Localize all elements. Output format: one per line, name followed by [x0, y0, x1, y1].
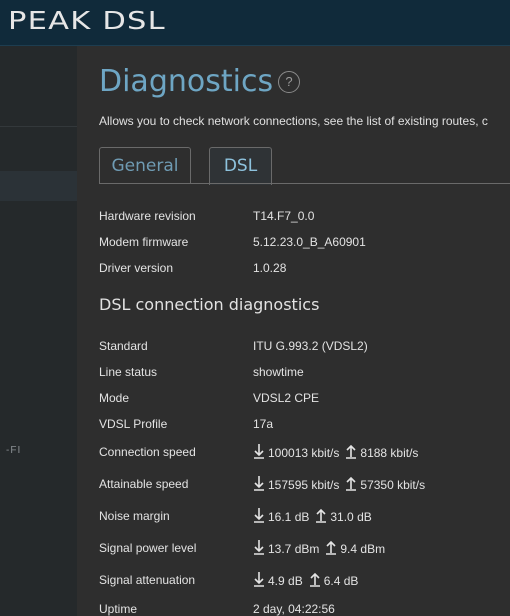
standard-row-value: ITU G.993.2 (VDSL2) [253, 339, 368, 353]
section-heading: DSL connection diagnostics [99, 295, 320, 314]
top-bar: PEAK DSL [0, 0, 510, 46]
download-arrow-icon [254, 444, 264, 459]
signal-power-level-values: 13.7 dBm 9.4 dBm [253, 539, 385, 556]
line-status-row-value: showtime [253, 365, 304, 379]
downstream-value: 100013 kbit/s [268, 446, 340, 460]
noise-margin-row-label: Noise margin [99, 509, 170, 523]
upload-arrow-icon [326, 540, 337, 555]
upstream-value: 57350 kbit/s [360, 478, 426, 492]
download-arrow-icon [254, 572, 264, 587]
sidebar-item-label-fragment[interactable]: -FI [6, 445, 21, 456]
sidebar-item-active[interactable] [0, 171, 77, 201]
downstream-value: 13.7 dBm [268, 542, 320, 556]
upstream-value: 8188 kbit/s [360, 446, 419, 460]
hardware-revision-row-label: Hardware revision [99, 209, 196, 223]
help-icon[interactable]: ? [278, 71, 300, 93]
upstream-value: 6.4 dB [323, 574, 359, 588]
signal-attenuation-values: 4.9 dB 6.4 dB [253, 571, 358, 588]
attainable-speed-values: 157595 kbit/s 57350 kbit/s [253, 475, 425, 492]
upload-arrow-icon [346, 476, 357, 491]
driver-version-row-label: Driver version [99, 261, 174, 275]
line-status-row-label: Line status [99, 365, 158, 379]
upload-arrow-icon [316, 508, 327, 523]
downstream-value: 16.1 dB [268, 510, 310, 524]
upstream-value: 31.0 dB [330, 510, 372, 524]
vdsl-profile-row-label: VDSL Profile [99, 417, 168, 431]
tab-dsl[interactable]: DSL [209, 147, 272, 185]
upstream-value: 9.4 dBm [340, 542, 386, 556]
connection-speed-values: 100013 kbit/s 8188 kbit/s [253, 443, 418, 460]
uptime-row-label: Uptime [99, 602, 138, 616]
main-content: Diagnostics ? Allows you to check networ… [77, 46, 510, 616]
sidebar-divider [0, 126, 77, 127]
connection-speed-row-label: Connection speed [99, 445, 196, 459]
mode-row-label: Mode [99, 391, 130, 405]
uptime-row-value: 2 day, 04:22:56 [253, 602, 335, 616]
standard-row-label: Standard [99, 339, 148, 353]
tabs-divider [99, 183, 510, 184]
downstream-value: 4.9 dB [268, 574, 303, 588]
downstream-value: 157595 kbit/s [268, 478, 340, 492]
sidebar: -FI [0, 46, 77, 616]
upload-arrow-icon [346, 444, 357, 459]
upload-arrow-icon [309, 572, 320, 587]
brand-logo[interactable]: PEAK DSL [8, 6, 166, 35]
hardware-revision-row-value: T14.F7_0.0 [253, 209, 315, 223]
tab-general[interactable]: General [99, 147, 191, 184]
download-arrow-icon [254, 540, 264, 555]
vdsl-profile-row-value: 17a [253, 417, 274, 431]
modem-firmware-row-label: Modem firmware [99, 235, 189, 249]
signal-attenuation-row-label: Signal attenuation [99, 573, 196, 587]
attainable-speed-row-label: Attainable speed [99, 477, 189, 491]
download-arrow-icon [254, 476, 264, 491]
page-title: Diagnostics [99, 64, 274, 99]
page-description: Allows you to check network connections,… [99, 114, 488, 128]
mode-row-value: VDSL2 CPE [253, 391, 320, 405]
noise-margin-values: 16.1 dB 31.0 dB [253, 507, 372, 524]
download-arrow-icon [254, 508, 264, 523]
modem-firmware-row-value: 5.12.23.0_B_A60901 [253, 235, 366, 249]
signal-power-level-row-label: Signal power level [99, 541, 197, 555]
driver-version-row-value: 1.0.28 [253, 261, 287, 275]
